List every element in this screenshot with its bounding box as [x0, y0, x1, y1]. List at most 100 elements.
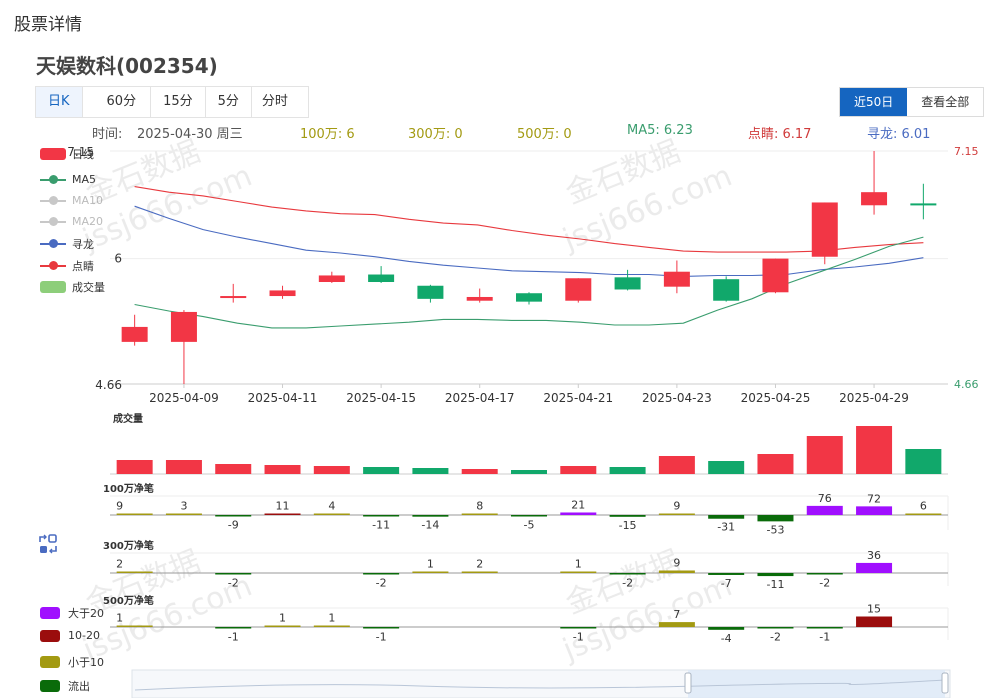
ma5-line: [134, 236, 924, 329]
flow-bar: [658, 622, 695, 627]
legend-label: 小于10: [68, 656, 104, 669]
xunlong-line: [134, 205, 924, 277]
dianjing-value: 点睛: 6.17: [748, 127, 812, 142]
x-tick-label: 2025-04-11: [248, 391, 318, 405]
flow-bar: [658, 570, 695, 573]
volume-bar: [165, 460, 202, 474]
flow-bar: [609, 573, 646, 575]
candle-body: [417, 285, 444, 299]
flow-bar: [412, 571, 449, 573]
gt20-swatch: [40, 607, 60, 619]
range10-20-swatch: [40, 629, 60, 642]
candle-body: [861, 192, 888, 206]
tab-intraday[interactable]: 分时: [252, 87, 308, 117]
zoom-slider-track: [131, 669, 951, 698]
legend-label: 大于20: [68, 607, 104, 620]
volume-bar: [757, 454, 794, 474]
legend-item-10-20[interactable]: 10-20: [40, 629, 100, 642]
flow-panel-title: 500万净笔: [103, 594, 154, 607]
candle-body: [811, 202, 838, 257]
flow-panel-title: 300万净笔: [103, 539, 154, 552]
flow-value-label: -7: [721, 577, 732, 590]
ma20-swatch: [40, 216, 66, 226]
view-all-button[interactable]: 查看全部: [907, 88, 983, 116]
tab-day-k[interactable]: 日K: [36, 87, 83, 117]
flow-value-label: -31: [717, 521, 735, 534]
legend-item-volume[interactable]: 成交量: [40, 279, 105, 295]
flow-bar: [116, 571, 153, 573]
y-tick-label: 6: [114, 252, 122, 266]
flow-value-label: 6: [920, 500, 927, 513]
legend-label: MA20: [72, 215, 104, 228]
legend-item-outflow[interactable]: 流出: [40, 678, 90, 694]
volume-bar: [264, 465, 301, 474]
zoom-slider-sparkline: [134, 679, 946, 691]
flow-value-label: -2: [770, 631, 781, 644]
legend-item-ma5[interactable]: MA5: [40, 173, 96, 186]
flow-value-label: 21: [571, 498, 585, 511]
tab-15min[interactable]: 15分: [151, 87, 206, 117]
flow-bar: [560, 627, 597, 629]
outflow-swatch: [40, 680, 60, 692]
candle-body: [318, 275, 345, 283]
right-tick-low: 4.66: [954, 378, 979, 391]
x-tick-label: 2025-04-23: [642, 391, 712, 405]
flow-value-label: -9: [228, 519, 239, 532]
legend-item-ma10[interactable]: MA10: [40, 194, 103, 207]
flow-bar: [313, 513, 350, 515]
flow-value-label: 1: [279, 612, 286, 625]
flow-value-label: 1: [328, 612, 335, 625]
flow-bar: [264, 513, 301, 515]
x-tick-label: 2025-04-17: [445, 391, 515, 405]
flow-bar: [757, 627, 794, 629]
flow-bar: [708, 573, 745, 575]
tab-5min[interactable]: 5分: [206, 87, 252, 117]
flow-bar: [806, 573, 843, 575]
legend-item-lt10[interactable]: 小于10: [40, 654, 104, 670]
volume-bar: [856, 426, 893, 474]
watermark-text: jssj666.com: [77, 158, 257, 258]
volume-bar: [560, 466, 597, 474]
volume-bar: [313, 466, 350, 474]
legend-item-xunlong[interactable]: 寻龙: [40, 236, 94, 252]
tab-60min[interactable]: 60分: [83, 87, 152, 117]
flow-bar: [560, 512, 597, 515]
flow-value-label: -2: [819, 577, 830, 590]
flow-bar: [806, 627, 843, 629]
flow-value-label: -14: [421, 519, 439, 532]
candle-body: [121, 326, 148, 342]
flow-value-label: -2: [376, 577, 387, 590]
legend-item-dianjing[interactable]: 点睛: [40, 258, 94, 274]
flow-value-label: 9: [673, 556, 680, 569]
volume-bar: [461, 469, 498, 474]
flow-value-label: 15: [867, 603, 881, 616]
legend-item-daily[interactable]: 日线: [40, 146, 94, 162]
flow-bar: [363, 515, 400, 517]
volume-bar: [658, 456, 695, 474]
swap-icon[interactable]: [37, 533, 59, 555]
flow-bar: [264, 625, 301, 627]
flow-bar: [905, 513, 942, 515]
flow-bar: [856, 506, 893, 515]
range-50-days-button[interactable]: 近50日: [840, 88, 908, 116]
flow-bar: [708, 627, 745, 630]
flow-value-label: 4: [328, 500, 335, 513]
flow-value-label: 72: [867, 492, 881, 505]
legend-label: 10-20: [68, 629, 100, 642]
xunlong-value: 寻龙: 6.01: [867, 127, 931, 142]
watermark: 金石数据jssj666.com: [557, 544, 737, 668]
candle-body: [466, 296, 493, 301]
legend-label: 成交量: [72, 281, 105, 294]
legend-item-ma20[interactable]: MA20: [40, 215, 103, 228]
y-tick-label: 4.66: [95, 378, 122, 392]
zoom-slider-handle: [684, 672, 692, 694]
volume-bar: [116, 460, 153, 474]
time-label: 时间:: [92, 127, 123, 142]
x-tick-label: 2025-04-29: [839, 391, 909, 405]
candle-body: [170, 311, 197, 342]
flow-bar: [511, 515, 547, 517]
watermark-text: 金石数据: [561, 134, 685, 211]
legend-item-gt20[interactable]: 大于20: [40, 605, 104, 621]
watermark: 金石数据jssj666.com: [77, 544, 257, 668]
candle-body: [368, 274, 395, 283]
